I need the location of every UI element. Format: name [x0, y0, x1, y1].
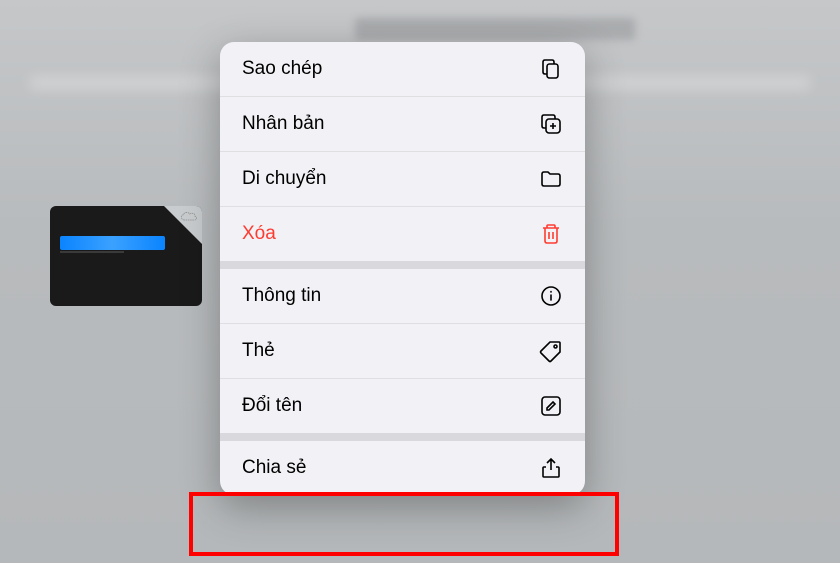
menu-item-move[interactable]: Di chuyển	[220, 152, 585, 207]
menu-label-move: Di chuyển	[242, 168, 327, 190]
copy-icon	[539, 57, 563, 81]
menu-item-tag[interactable]: Thẻ	[220, 324, 585, 379]
menu-label-delete: Xóa	[242, 223, 276, 245]
menu-section-2: Thông tin Thẻ Đổi tên	[220, 269, 585, 433]
blurred-title	[355, 18, 635, 40]
trash-icon	[539, 222, 563, 246]
cloud-sync-icon	[180, 210, 198, 222]
context-menu: Sao chép Nhân bản Di chuyển Xóa	[220, 42, 585, 495]
menu-section-3: Chia sẻ	[220, 441, 585, 495]
menu-label-tag: Thẻ	[242, 340, 275, 362]
waveform-track	[60, 251, 124, 253]
folder-icon	[539, 167, 563, 191]
menu-label-duplicate: Nhân bản	[242, 113, 324, 135]
menu-item-duplicate[interactable]: Nhân bản	[220, 97, 585, 152]
menu-item-rename[interactable]: Đổi tên	[220, 379, 585, 433]
share-icon	[539, 456, 563, 480]
menu-item-copy[interactable]: Sao chép	[220, 42, 585, 97]
menu-label-rename: Đổi tên	[242, 395, 302, 417]
menu-item-delete[interactable]: Xóa	[220, 207, 585, 261]
edit-icon	[539, 394, 563, 418]
project-thumbnail[interactable]	[50, 206, 202, 306]
menu-item-info[interactable]: Thông tin	[220, 269, 585, 324]
info-icon	[539, 284, 563, 308]
menu-label-info: Thông tin	[242, 285, 321, 307]
menu-item-share[interactable]: Chia sẻ	[220, 441, 585, 495]
tag-icon	[539, 339, 563, 363]
menu-divider-1	[220, 261, 585, 269]
waveform-graphic	[60, 236, 165, 250]
menu-label-share: Chia sẻ	[242, 457, 306, 479]
duplicate-icon	[539, 112, 563, 136]
menu-label-copy: Sao chép	[242, 58, 322, 80]
menu-divider-2	[220, 433, 585, 441]
menu-section-1: Sao chép Nhân bản Di chuyển Xóa	[220, 42, 585, 261]
